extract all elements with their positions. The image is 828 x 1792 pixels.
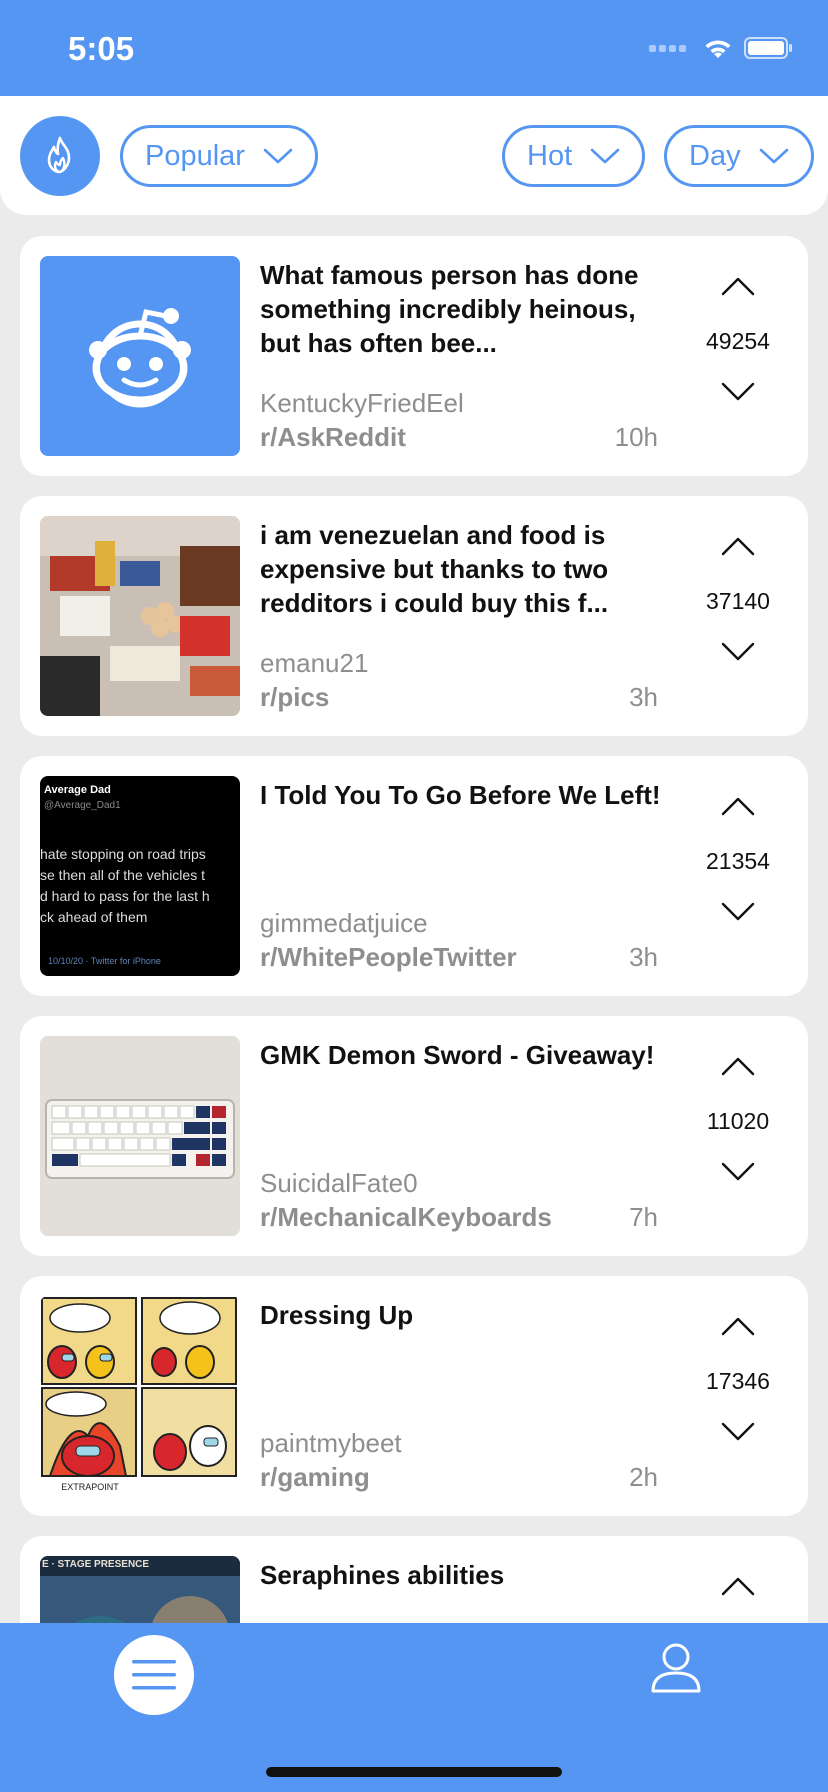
post-title[interactable]: i am venezuelan and food is expensive bu… (260, 518, 680, 620)
comic-image: EXTRAPOINT (40, 1296, 240, 1496)
post-author[interactable]: paintmybeet (260, 1428, 402, 1459)
post-author[interactable]: KentuckyFriedEel (260, 388, 464, 419)
chevron-down-icon (263, 148, 293, 164)
vote-score: 17346 (706, 1368, 770, 1394)
post-title[interactable]: Dressing Up (260, 1298, 680, 1332)
filter-bar: Popular Hot Day (0, 96, 828, 215)
post-title[interactable]: I Told You To Go Before We Left! (260, 778, 680, 812)
post-author[interactable]: SuicidalFate0 (260, 1168, 418, 1199)
post-thumbnail[interactable]: EXTRAPOINT (40, 1296, 240, 1496)
sort-filter-label: Hot (527, 139, 573, 172)
wifi-icon (705, 40, 731, 58)
chevron-up-icon[interactable] (721, 1316, 755, 1336)
chevron-down-icon[interactable] (721, 1422, 755, 1442)
chevron-down-icon[interactable] (721, 1162, 755, 1182)
feed-type-button[interactable] (20, 116, 100, 196)
tweet-author-handle: @Average_Dad1 (44, 800, 121, 811)
user-icon[interactable] (646, 1637, 706, 1697)
reddit-snoo-icon (89, 308, 191, 408)
chevron-down-icon[interactable] (721, 902, 755, 922)
chevron-up-icon[interactable] (721, 536, 755, 556)
status-time: 5:05 (68, 30, 135, 67)
status-icons (649, 36, 794, 60)
post-subreddit[interactable]: r/MechanicalKeyboards (260, 1202, 552, 1233)
chevron-up-icon[interactable] (721, 796, 755, 816)
post-card[interactable]: EXTRAPOINT Dressing Up paintmybeet r/gam… (20, 1276, 808, 1516)
chevron-up-icon[interactable] (721, 1056, 755, 1076)
menu-button[interactable] (114, 1635, 194, 1715)
post-thumbnail[interactable] (40, 256, 240, 456)
post-card[interactable]: GMK Demon Sword - Giveaway! SuicidalFate… (20, 1016, 808, 1256)
vote-controls: 21354 (688, 796, 788, 936)
vote-score: 37140 (706, 588, 770, 614)
thumbnail-caption: E · STAGE PRESENCE (42, 1559, 150, 1570)
post-subreddit[interactable]: r/gaming (260, 1462, 370, 1493)
post-age: 3h (629, 942, 658, 972)
vote-controls: 49254 (688, 276, 788, 416)
tweet-author-name: Average Dad (44, 784, 111, 796)
hamburger-icon (132, 1660, 176, 1690)
post-subreddit[interactable]: r/WhitePeopleTwitter (260, 942, 517, 973)
feed-filter-label: Popular (145, 139, 245, 172)
vote-controls: 17346 (688, 1316, 788, 1456)
bottom-tab-bar (0, 1623, 828, 1792)
battery-icon (744, 37, 792, 59)
post-thumbnail[interactable] (40, 1036, 240, 1236)
post-age: 2h (629, 1462, 658, 1492)
tweet-footer: 10/10/20 · Twitter for iPhone (48, 956, 161, 966)
sort-filter-dropdown[interactable]: Hot (502, 125, 646, 187)
chevron-down-icon[interactable] (721, 642, 755, 662)
post-title[interactable]: GMK Demon Sword - Giveaway! (260, 1038, 680, 1072)
vote-score: 11020 (706, 1108, 770, 1134)
home-indicator (266, 1767, 562, 1777)
post-subreddit[interactable]: r/AskReddit (260, 422, 406, 453)
post-card[interactable]: i am venezuelan and food is expensive bu… (20, 496, 808, 736)
post-author[interactable]: gimmedatjuice (260, 908, 428, 939)
post-author[interactable]: emanu21 (260, 648, 368, 679)
status-bar: 5:05 (0, 0, 828, 96)
chevron-up-icon[interactable] (721, 276, 755, 296)
flame-icon (47, 136, 71, 174)
vote-controls: 11020 (688, 1056, 788, 1196)
chevron-down-icon (590, 148, 620, 164)
tweet-line: d hard to pass for the last h (40, 888, 210, 904)
chevron-down-icon (759, 148, 788, 164)
vote-score: 49254 (706, 328, 770, 354)
post-title[interactable]: What famous person has done something in… (260, 258, 680, 360)
tweet-text: hate stopping on road trips se then all … (40, 844, 210, 928)
tweet-line: ck ahead of them (40, 909, 148, 925)
tweet-line: se then all of the vehicles t (40, 867, 205, 883)
vote-controls: 37140 (688, 536, 788, 676)
groceries-image (40, 516, 240, 716)
post-age: 7h (629, 1202, 658, 1232)
chevron-down-icon[interactable] (721, 382, 755, 402)
post-age: 3h (629, 682, 658, 712)
tweet-line: hate stopping on road trips (40, 846, 206, 862)
post-card[interactable]: What famous person has done something in… (20, 236, 808, 476)
app-screen: 5:05 Popular Hot Day What famous person … (0, 0, 828, 1792)
post-card[interactable]: Average Dad @Average_Dad1 hate stopping … (20, 756, 808, 996)
feed-filter-dropdown[interactable]: Popular (120, 125, 318, 187)
time-range-label: Day (689, 139, 741, 172)
post-age: 10h (614, 422, 658, 452)
post-thumbnail[interactable] (40, 516, 240, 716)
cellular-signal-icon (649, 44, 686, 52)
post-feed: What famous person has done something in… (20, 236, 808, 1792)
vote-score: 21354 (706, 848, 770, 874)
keyboard-image (40, 1036, 240, 1236)
time-range-dropdown[interactable]: Day (664, 125, 814, 187)
post-thumbnail[interactable]: Average Dad @Average_Dad1 hate stopping … (40, 776, 240, 976)
post-title[interactable]: Seraphines abilities (260, 1558, 680, 1592)
post-subreddit[interactable]: r/pics (260, 682, 329, 713)
chevron-up-icon[interactable] (721, 1576, 755, 1596)
svg-text:EXTRAPOINT: EXTRAPOINT (61, 1482, 119, 1492)
